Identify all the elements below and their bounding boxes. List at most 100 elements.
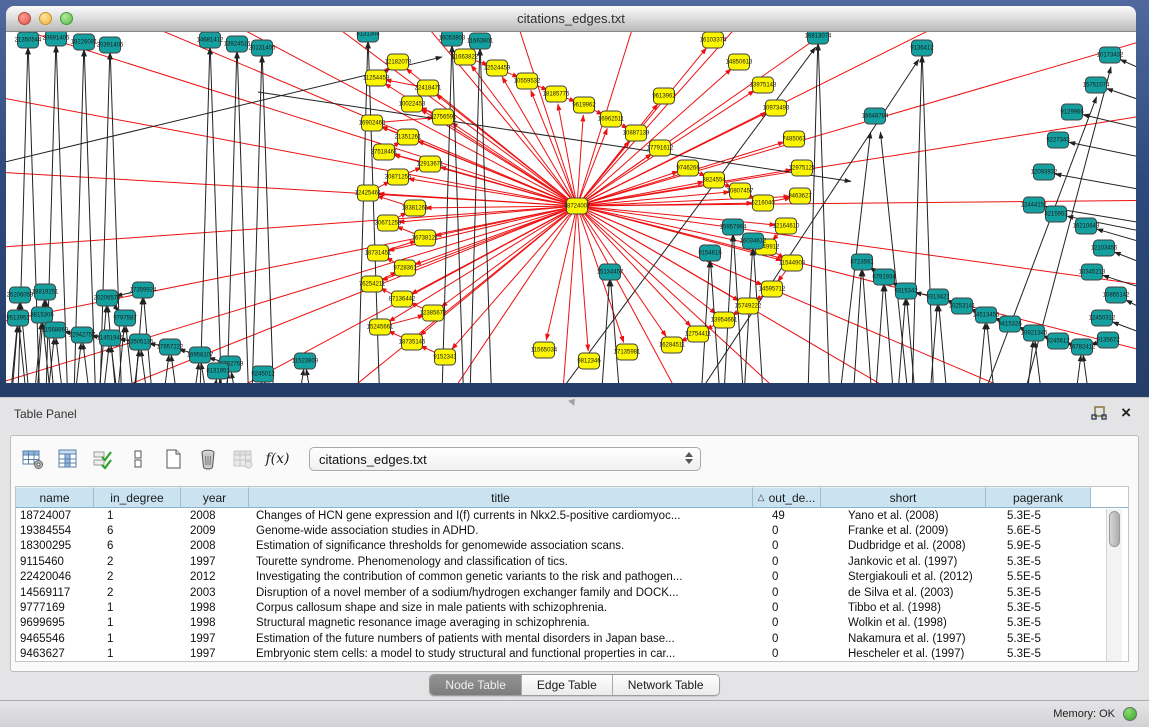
delete-table-icon[interactable]	[194, 446, 221, 473]
table-cell: 0	[753, 633, 821, 645]
memory-status-label: Memory: OK	[1053, 708, 1115, 720]
table-header-row: namein_degreeyeartitle△out_de...shortpag…	[16, 487, 1128, 508]
function-builder-icon[interactable]: f(x)	[264, 446, 291, 473]
graph-node-label: 9315342	[894, 289, 918, 295]
table-row[interactable]: 946554611997Estimation of the future num…	[16, 631, 1128, 646]
table-row[interactable]: 1938455462009Genome-wide association stu…	[16, 523, 1128, 538]
table-cell: 0	[753, 602, 821, 614]
graph-node-label: 13975143	[750, 83, 777, 89]
window-titlebar[interactable]: citations_edges.txt	[6, 6, 1136, 32]
tab-network-table[interactable]: Network Table	[613, 675, 719, 695]
table-cell: 0	[753, 617, 821, 629]
network-canvas[interactable]: 1218207811254459224184711002245312756591…	[6, 32, 1136, 383]
graph-node-label: 16210643	[1073, 224, 1100, 230]
tab-node-table[interactable]: Node Table	[430, 675, 522, 695]
zoom-button[interactable]	[60, 12, 73, 25]
table-cell: Nakamura et al. (1997)	[821, 633, 986, 645]
graph-node-label: 87136442	[389, 297, 416, 303]
graph-node-label: 9129966	[1060, 110, 1084, 116]
table-cell: Estimation of the future numbers of pati…	[249, 633, 753, 645]
table-cell: 1	[94, 633, 181, 645]
table-cell: 5.3E-5	[986, 602, 1091, 614]
table-row[interactable]: 1456911722003Disruption of a novel membe…	[16, 585, 1128, 600]
table-cell: 5.3E-5	[986, 556, 1091, 568]
graph-node-label: 11565034	[531, 348, 558, 354]
table-row[interactable]: 1872400712008Changes of HCN gene express…	[16, 508, 1128, 523]
graph-node-label: 9812346	[577, 359, 601, 365]
graph-node-label: 6216040	[751, 201, 775, 207]
graph-node-label: 21350544	[15, 38, 42, 44]
graph-node-label: 12450312	[1089, 316, 1116, 322]
table-cell: 2003	[181, 587, 249, 599]
table-panel-titlebar[interactable]: Table Panel ×	[0, 397, 1149, 429]
close-panel-icon[interactable]: ×	[1121, 405, 1131, 421]
column-header-year[interactable]: year	[181, 487, 249, 507]
column-header-in_degree[interactable]: in_degree	[94, 487, 181, 507]
graph-node-label: 10345213	[1079, 270, 1106, 276]
graph-node-label: 30671253	[375, 221, 402, 227]
table-cell: 1	[94, 648, 181, 660]
graph-node-label: 15134457	[597, 270, 624, 276]
close-button[interactable]	[18, 12, 31, 25]
column-header-pagerank[interactable]: pagerank	[986, 487, 1091, 507]
float-panel-icon[interactable]	[1091, 406, 1107, 421]
scrollbar-thumb[interactable]	[1109, 511, 1120, 547]
table-cell: 1997	[181, 648, 249, 660]
select-all-icon[interactable]	[89, 446, 116, 473]
graph-node-label: 11544903	[779, 261, 806, 267]
table-cell: 9115460	[16, 556, 94, 568]
import-table-icon[interactable]	[229, 446, 256, 473]
graph-node-label: 12093832	[1031, 170, 1058, 176]
table-cell: 2009	[181, 525, 249, 537]
graph-node-label: 10887139	[623, 131, 650, 137]
graph-node-label: 9135672	[1096, 338, 1120, 344]
show-columns-icon[interactable]	[54, 446, 81, 473]
network-graph[interactable]: 1218207811254459224184711002245312756591…	[6, 32, 1136, 383]
table-row[interactable]: 977716911998Corpus callosum shape and si…	[16, 600, 1128, 615]
minimize-button[interactable]	[39, 12, 52, 25]
table-row[interactable]: 969969511998Structural magnetic resonanc…	[16, 616, 1128, 631]
graph-node-label: 18185776	[543, 92, 570, 98]
table-cell: Corpus callosum shape and size in male p…	[249, 602, 753, 614]
table-row[interactable]: 2242004622012Investigating the contribut…	[16, 570, 1128, 585]
scrollbar-track[interactable]	[1106, 509, 1122, 661]
table-cell: 1998	[181, 617, 249, 629]
graph-node-label: 8131951	[206, 369, 230, 375]
graph-node-label: 10865142	[1103, 293, 1130, 299]
graph-node-label: 15751074	[1083, 83, 1110, 89]
table-cell: 1	[94, 510, 181, 522]
graph-node-label: 10921345	[1021, 331, 1048, 337]
graph-node-label: 14850613	[726, 60, 753, 66]
table-cell: 9699695	[16, 617, 94, 629]
column-header-out_de[interactable]: △out_de...	[753, 487, 821, 507]
graph-node-label: 10807457	[727, 189, 754, 195]
table-row[interactable]: 1830029562008Estimation of significance …	[16, 539, 1128, 554]
table-cell: 1998	[181, 602, 249, 614]
table-cell: 5.3E-5	[986, 617, 1091, 629]
table-cell: Dudbridge et al. (2008)	[821, 540, 986, 552]
table-cell: Jankovic et al. (1997)	[821, 556, 986, 568]
table-source-dropdown[interactable]: citations_edges.txt	[309, 447, 701, 471]
graph-node-label: 14681412	[197, 38, 224, 44]
graph-node-label: 12103456	[1091, 246, 1118, 252]
table-cell: 9777169	[16, 602, 94, 614]
column-header-short[interactable]: short	[821, 487, 986, 507]
new-table-icon[interactable]	[159, 446, 186, 473]
table-panel-body: f(x) citations_edges.txt namein_degreeye…	[10, 435, 1139, 672]
tab-edge-table[interactable]: Edge Table	[522, 675, 613, 695]
column-header-title[interactable]: title	[249, 487, 753, 507]
graph-node-label: 12913671	[417, 162, 444, 168]
attribute-table: namein_degreeyeartitle△out_de...shortpag…	[15, 486, 1129, 662]
table-cell: 1	[94, 602, 181, 614]
clear-selection-icon[interactable]	[124, 446, 151, 473]
table-row[interactable]: 911546021997Tourette syndrome. Phenomeno…	[16, 554, 1128, 569]
column-header-name[interactable]: name	[16, 487, 94, 507]
graph-node-label: 21351261	[395, 135, 422, 141]
table-cell: 6	[94, 525, 181, 537]
table-settings-icon[interactable]	[19, 446, 46, 473]
memory-indicator[interactable]	[1123, 707, 1137, 721]
table-cell: Disruption of a novel member of a sodium…	[249, 587, 753, 599]
graph-node-label: 9136412	[910, 46, 934, 52]
graph-node-label: 9154616	[698, 251, 722, 257]
table-row[interactable]: 946362711997Embryonic stem cells: a mode…	[16, 647, 1128, 662]
